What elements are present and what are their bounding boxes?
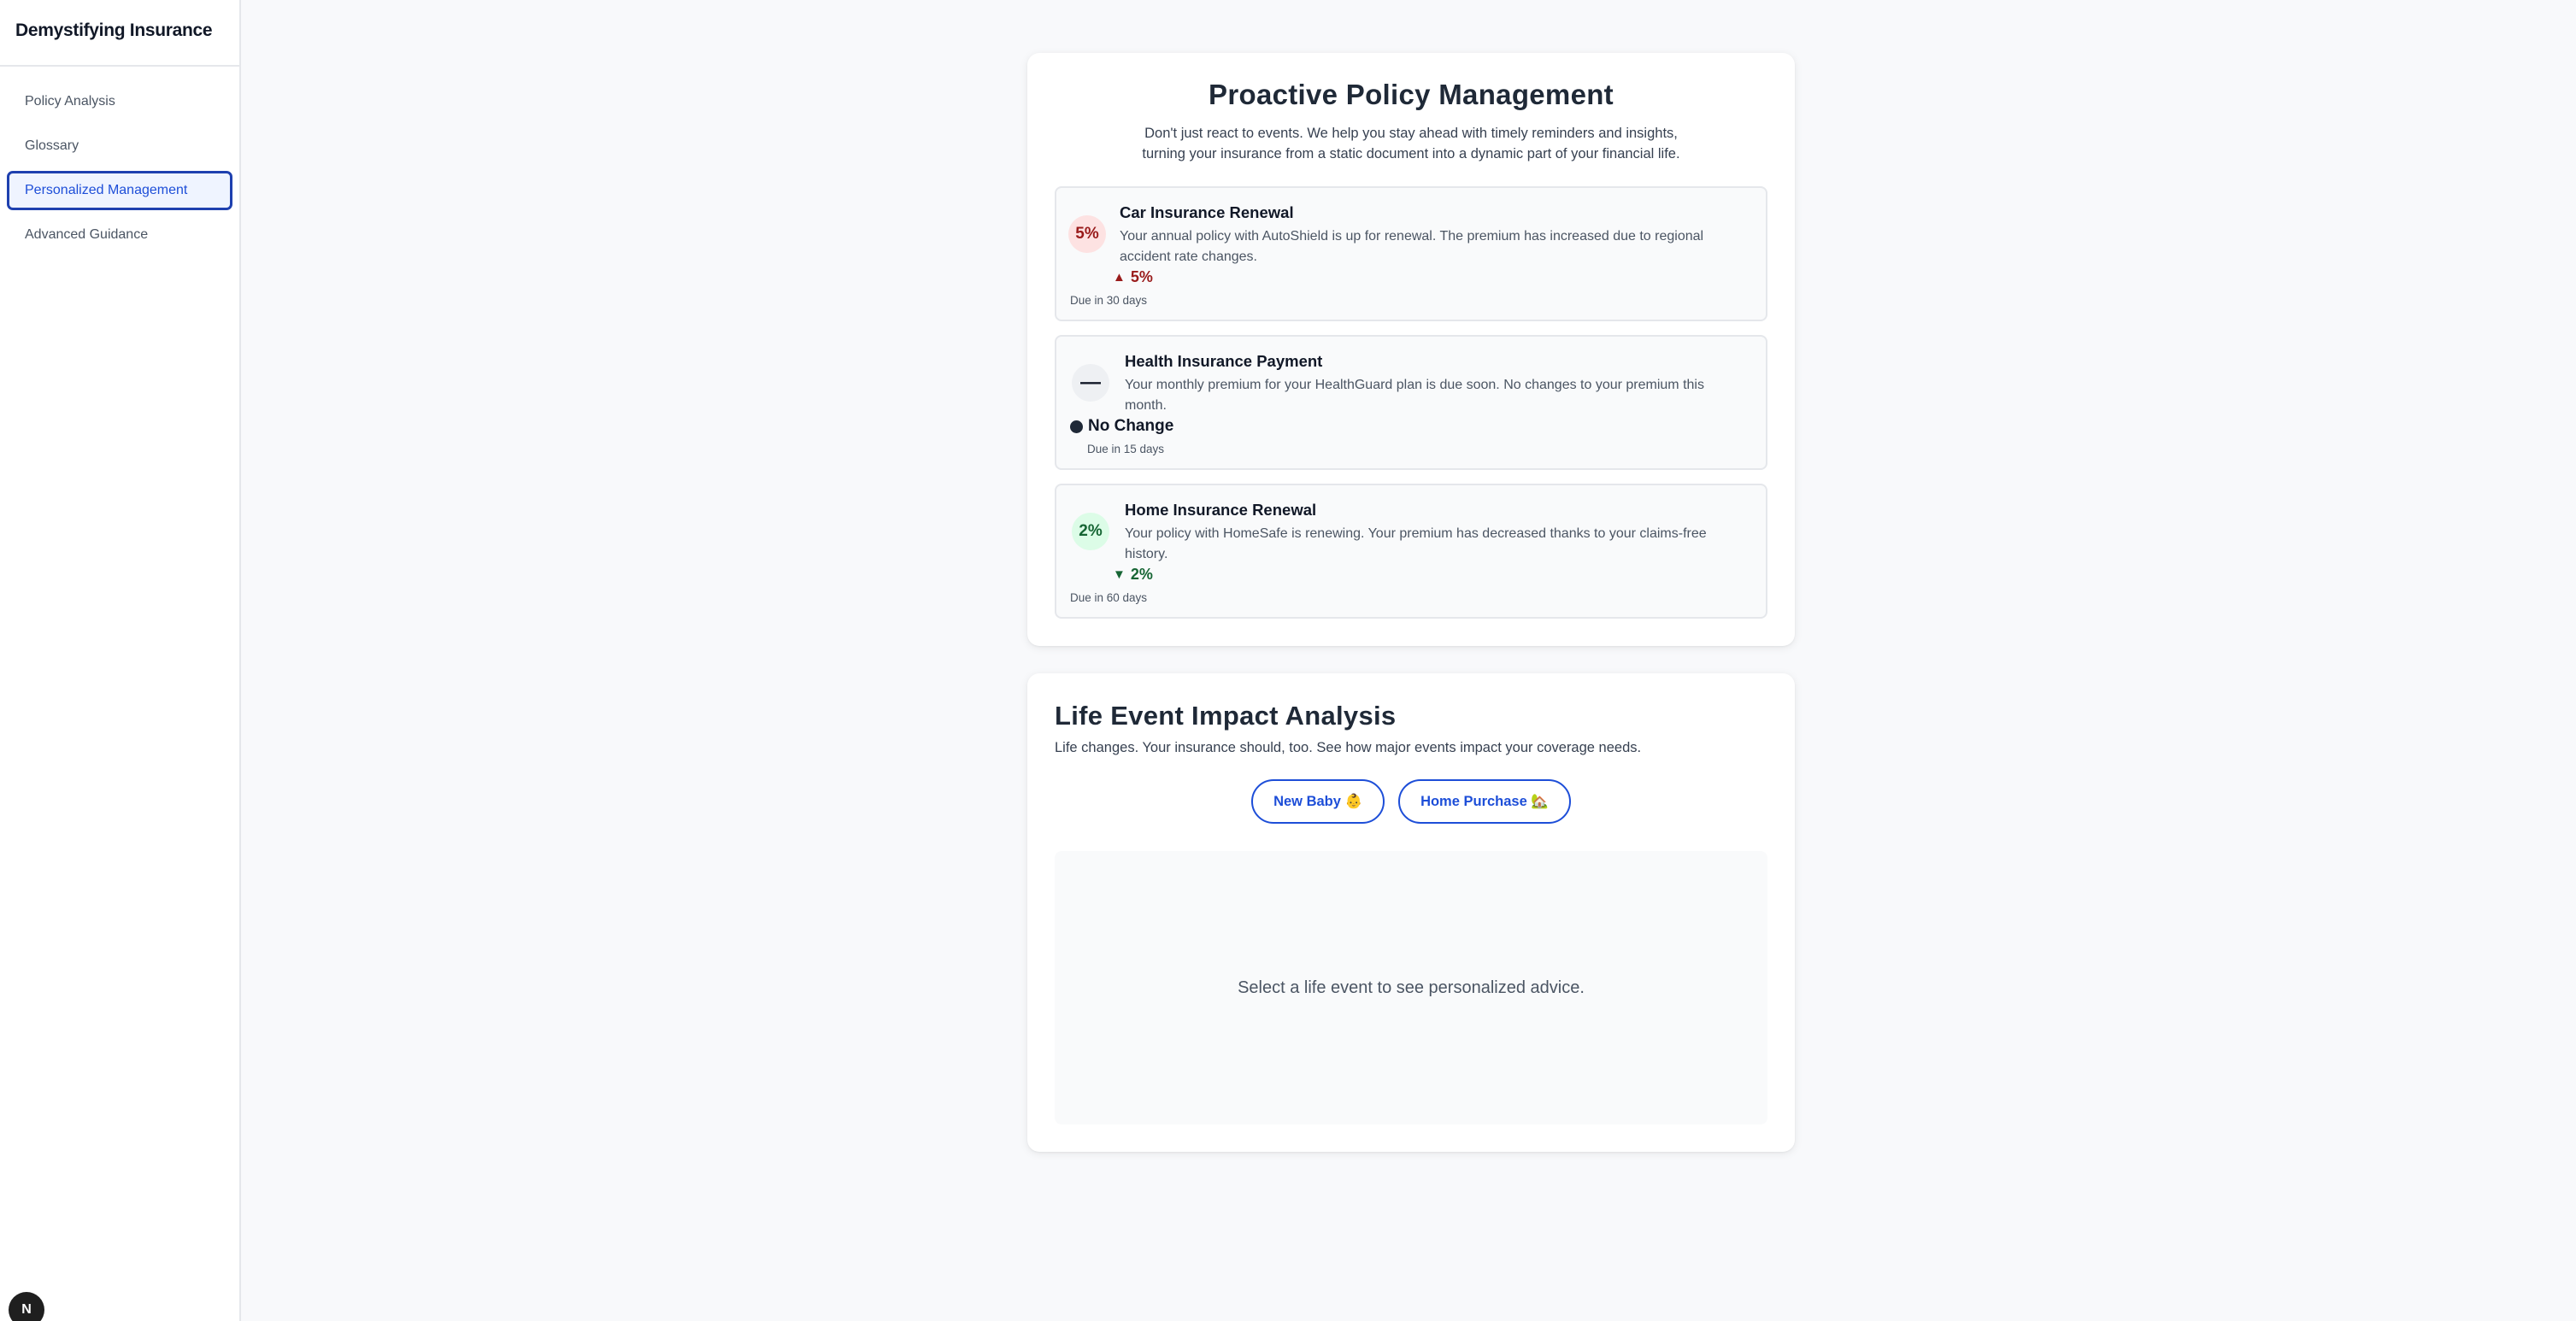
policy-item-description: Your monthly premium for your HealthGuar… <box>1125 378 1704 413</box>
trend-badge: — <box>1072 364 1109 402</box>
sidebar: Demystifying Insurance Policy Analysis G… <box>0 0 241 1321</box>
policy-subtitle: Don't just react to events. We help you … <box>1142 126 1680 161</box>
new-baby-button[interactable]: New Baby 👶 <box>1251 779 1385 824</box>
premium-change-value: 2% <box>1130 566 1153 583</box>
life-event-title: Life Event Impact Analysis <box>1055 701 1397 731</box>
trend-badge: 2% <box>1072 513 1109 550</box>
premium-change-value: No Change <box>1088 417 1174 435</box>
due-date: Due in 15 days <box>1087 443 1165 455</box>
policy-item-health: — Health Insurance Payment Your monthly … <box>1055 335 1767 470</box>
trend-badge: 5% <box>1068 215 1106 253</box>
sidebar-item-policy-analysis[interactable]: Policy Analysis <box>7 82 232 121</box>
advice-panel: Select a life event to see personalized … <box>1055 851 1767 1124</box>
life-event-card: Life Event Impact Analysis Life changes.… <box>1027 673 1795 1152</box>
due-date: Due in 60 days <box>1070 591 1148 604</box>
main-content: Proactive Policy Management Don't just r… <box>243 0 2576 1321</box>
premium-change-value: 5% <box>1130 268 1153 285</box>
premium-change: ▼ 2% <box>1113 566 1153 584</box>
sidebar-item-advanced-guidance[interactable]: Advanced Guidance <box>7 215 232 255</box>
sidebar-item-glossary[interactable]: Glossary <box>7 126 232 166</box>
policy-management-card: Proactive Policy Management Don't just r… <box>1027 53 1795 646</box>
due-date: Due in 30 days <box>1070 294 1148 307</box>
policy-item-car: 5% Car Insurance Renewal Your annual pol… <box>1055 186 1767 321</box>
premium-change: No Change <box>1070 417 1173 436</box>
brand-title: Demystifying Insurance <box>0 0 239 67</box>
next-logo-icon[interactable]: N <box>9 1292 44 1321</box>
life-event-buttons: New Baby 👶 Home Purchase 🏡 <box>1027 779 1795 824</box>
policy-item-description: Your annual policy with AutoShield is up… <box>1120 229 1704 264</box>
advice-placeholder: Select a life event to see personalized … <box>1238 978 1585 997</box>
sidebar-nav: Policy Analysis Glossary Personalized Ma… <box>0 67 239 255</box>
arrow-up-icon: ▲ <box>1113 270 1126 285</box>
policy-item-home: 2% Home Insurance Renewal Your policy wi… <box>1055 484 1767 619</box>
policy-item-description: Your policy with HomeSafe is renewing. Y… <box>1125 526 1707 561</box>
life-event-subtitle: Life changes. Your insurance should, too… <box>1055 740 1642 755</box>
dot-icon <box>1070 420 1083 433</box>
premium-change: ▲ 5% <box>1113 268 1153 286</box>
home-purchase-button[interactable]: Home Purchase 🏡 <box>1398 779 1571 824</box>
policy-item-title: Health Insurance Payment <box>1125 352 1323 370</box>
policy-item-title: Car Insurance Renewal <box>1120 203 1294 221</box>
policy-item-title: Home Insurance Renewal <box>1125 501 1317 519</box>
policy-title: Proactive Policy Management <box>1209 79 1614 110</box>
sidebar-item-personalized-management[interactable]: Personalized Management <box>7 171 232 210</box>
arrow-down-icon: ▼ <box>1113 567 1126 582</box>
